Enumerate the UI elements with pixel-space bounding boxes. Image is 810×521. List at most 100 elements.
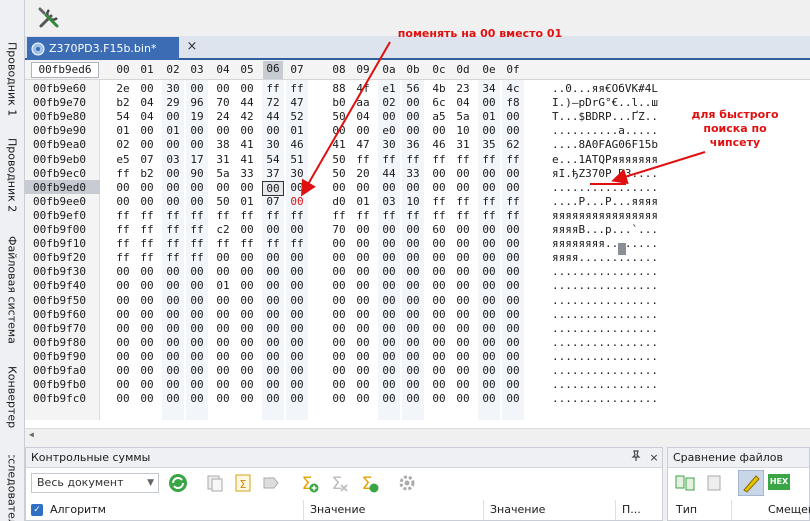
hex-byte[interactable]: e5	[112, 153, 134, 166]
hex-byte[interactable]: ff	[186, 209, 208, 222]
hex-byte[interactable]: 54	[262, 153, 284, 166]
hex-byte[interactable]: 00	[378, 378, 400, 391]
hex-byte[interactable]: 00	[428, 181, 450, 194]
hex-byte[interactable]: 00	[236, 124, 258, 137]
hex-byte[interactable]: 00	[452, 294, 474, 307]
ascii-row[interactable]: яяяя............	[552, 251, 658, 264]
ascii-row[interactable]: ................	[552, 181, 658, 194]
hex-byte[interactable]: 00	[352, 378, 374, 391]
hex-byte[interactable]: 00	[402, 364, 424, 377]
hex-byte[interactable]: 00	[378, 181, 400, 194]
hex-byte[interactable]: 31	[212, 153, 234, 166]
hex-byte[interactable]: 07	[262, 195, 284, 208]
hex-byte[interactable]: 00	[352, 251, 374, 264]
hex-byte[interactable]: 17	[186, 153, 208, 166]
hex-byte[interactable]: 00	[402, 223, 424, 236]
ascii-row[interactable]: I.)–pDrG°€..l..ш	[552, 96, 658, 109]
hex-byte[interactable]: 00	[428, 237, 450, 250]
hex-byte[interactable]: 00	[136, 82, 158, 95]
hex-byte[interactable]: ff	[186, 223, 208, 236]
hex-byte[interactable]: 00	[286, 378, 308, 391]
hex-byte[interactable]: 00	[236, 322, 258, 335]
side-tab-file-system[interactable]: Файловая система	[2, 235, 22, 345]
hex-byte[interactable]: ff	[478, 195, 500, 208]
hex-byte[interactable]: ff	[378, 153, 400, 166]
hex-byte[interactable]: 19	[186, 110, 208, 123]
column-header-06[interactable]: 06	[263, 61, 283, 79]
hex-byte[interactable]: ff	[162, 223, 184, 236]
hex-byte[interactable]: 00	[112, 364, 134, 377]
hex-byte[interactable]: 00	[428, 308, 450, 321]
hex-byte[interactable]: 00	[452, 251, 474, 264]
hex-byte[interactable]: 00	[502, 308, 524, 321]
hex-byte[interactable]: 00	[502, 364, 524, 377]
hex-byte[interactable]: 00	[112, 195, 134, 208]
hex-byte[interactable]: 00	[378, 336, 400, 349]
hex-byte[interactable]: 00	[478, 251, 500, 264]
hex-byte[interactable]: ff	[162, 237, 184, 250]
ascii-row[interactable]: яI.ђZ370P D3....	[552, 167, 658, 180]
hex-byte[interactable]: 00	[186, 336, 208, 349]
hex-byte[interactable]: 00	[286, 195, 308, 208]
hex-byte[interactable]: 04	[136, 96, 158, 109]
column-header-01[interactable]: 01	[137, 63, 157, 76]
hex-byte[interactable]: 00	[162, 308, 184, 321]
column-header-05[interactable]: 05	[237, 63, 257, 76]
hex-byte[interactable]: 00	[502, 350, 524, 363]
hex-byte[interactable]: 01	[236, 195, 258, 208]
hex-byte[interactable]: 00	[378, 392, 400, 405]
hex-byte[interactable]: ff	[452, 209, 474, 222]
hex-byte[interactable]: 00	[236, 223, 258, 236]
hex-byte[interactable]: ff	[112, 251, 134, 264]
hex-byte[interactable]: 00	[112, 378, 134, 391]
hex-byte[interactable]: 00	[136, 294, 158, 307]
hex-byte[interactable]: 00	[402, 265, 424, 278]
hex-byte[interactable]: 00	[112, 279, 134, 292]
hex-byte[interactable]: 04	[352, 110, 374, 123]
hex-byte[interactable]: 00	[236, 82, 258, 95]
hex-byte[interactable]: 00	[212, 124, 234, 137]
hex-byte[interactable]: 00	[262, 322, 284, 335]
hex-byte[interactable]: 00	[136, 322, 158, 335]
hex-byte[interactable]: 60	[428, 223, 450, 236]
hex-byte[interactable]: 00	[452, 336, 474, 349]
hex-byte[interactable]: 41	[236, 153, 258, 166]
hex-byte[interactable]: 00	[136, 265, 158, 278]
hex-byte[interactable]: 00	[162, 392, 184, 405]
hex-byte[interactable]: 00	[378, 223, 400, 236]
hex-byte[interactable]: 00	[378, 308, 400, 321]
hex-byte[interactable]: 00	[112, 294, 134, 307]
hex-byte[interactable]: ff	[262, 237, 284, 250]
hex-byte[interactable]: 44	[378, 167, 400, 180]
column-header-09[interactable]: 09	[353, 63, 373, 76]
hex-byte[interactable]: 00	[478, 294, 500, 307]
hex-byte[interactable]: ff	[262, 82, 284, 95]
hex-byte[interactable]: 00	[352, 265, 374, 278]
ascii-row[interactable]: ..........а.....	[552, 124, 658, 137]
copy-checksum-icon[interactable]	[204, 472, 226, 494]
hex-byte[interactable]: ff	[112, 209, 134, 222]
hex-byte[interactable]: 00	[478, 308, 500, 321]
hex-byte[interactable]: 00	[402, 110, 424, 123]
hex-byte[interactable]: 00	[328, 350, 350, 363]
side-tab-explorer-1[interactable]: Проводник 1	[2, 40, 22, 118]
hex-byte[interactable]: 4b	[428, 82, 450, 95]
hex-byte[interactable]: 00	[452, 364, 474, 377]
hex-byte[interactable]: ff	[136, 237, 158, 250]
hex-byte[interactable]: 00	[328, 237, 350, 250]
hex-byte[interactable]: 00	[352, 223, 374, 236]
hex-byte[interactable]: 00	[502, 336, 524, 349]
hex-byte[interactable]: 00	[286, 251, 308, 264]
hex-byte[interactable]: 00	[162, 167, 184, 180]
hex-byte[interactable]: 00	[186, 265, 208, 278]
hex-byte[interactable]: 00	[262, 336, 284, 349]
hex-byte[interactable]: 00	[352, 336, 374, 349]
column-header-00[interactable]: 00	[113, 63, 133, 76]
hex-byte[interactable]: 00	[286, 392, 308, 405]
hex-byte[interactable]: ff	[162, 251, 184, 264]
hex-byte[interactable]: 00	[286, 350, 308, 363]
hex-byte[interactable]: 00	[428, 265, 450, 278]
compare-files-icon[interactable]	[674, 472, 696, 494]
hex-byte[interactable]: 00	[378, 237, 400, 250]
hex-byte[interactable]: 00	[262, 378, 284, 391]
